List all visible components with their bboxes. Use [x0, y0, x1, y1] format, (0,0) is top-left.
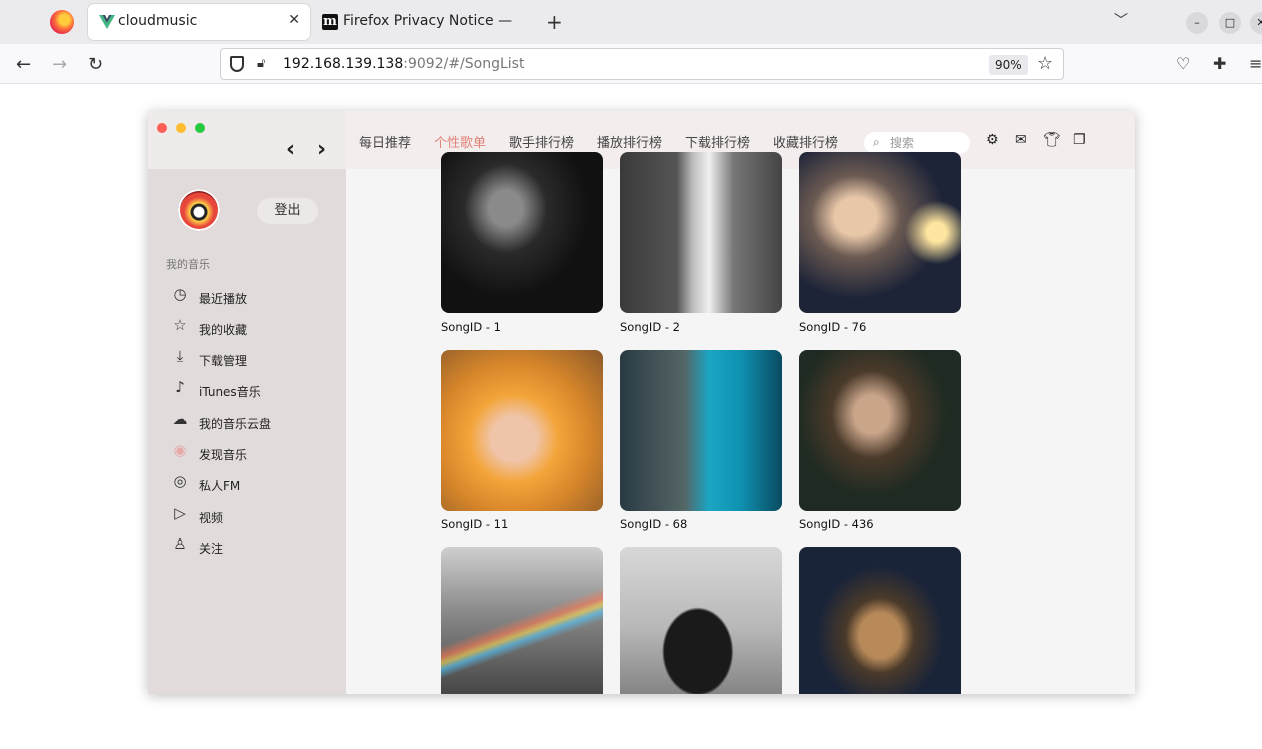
minimize-dot[interactable]	[176, 123, 186, 133]
search-input[interactable]	[890, 135, 964, 151]
star-icon: ☆	[173, 316, 187, 334]
back-arrow-icon[interactable]: ‹	[286, 137, 295, 162]
sidebar-item-favorites[interactable]: ☆ 我的收藏	[170, 316, 330, 342]
history-icon: ◷	[173, 285, 187, 303]
new-tab-icon[interactable]: +	[546, 10, 563, 34]
song-cover[interactable]	[441, 547, 603, 694]
song-cover[interactable]	[620, 350, 782, 511]
sidebar-item-label: 发现音乐	[199, 448, 248, 462]
sidebar-item-itunes[interactable]: ♪ iTunes音乐	[170, 378, 330, 404]
maximize-icon[interactable]: □	[1219, 12, 1241, 34]
browser-tab-bar: cloudmusic ✕ m Firefox Privacy Notice — …	[0, 0, 1262, 44]
window-controls-bar: ‹ ›	[148, 111, 346, 169]
song-cover[interactable]	[620, 547, 782, 694]
mozilla-icon: m	[322, 14, 338, 30]
song-cover[interactable]	[799, 152, 961, 313]
song-cover[interactable]	[441, 350, 603, 511]
music-app-window: ‹ › 登出 我的音乐 ◷ 最近播放 ☆ 我的收藏 ⤓ 下载管理 ♪ iTune…	[148, 111, 1135, 694]
tab-privacy-notice[interactable]: m Firefox Privacy Notice —	[322, 4, 542, 40]
mail-icon[interactable]: ✉	[1015, 132, 1027, 148]
bookmark-star-icon[interactable]: ☆	[1037, 53, 1053, 74]
search-box[interactable]: ⌕	[864, 132, 970, 154]
mini-mode-icon[interactable]: ❐	[1073, 132, 1086, 148]
sidebar-item-fm[interactable]: ◎ 私人FM	[170, 472, 330, 498]
tab-cloudmusic[interactable]: cloudmusic ✕	[88, 4, 310, 40]
settings-icon[interactable]: ⚙	[986, 132, 999, 148]
close-tab-icon[interactable]: ✕	[288, 12, 300, 28]
video-icon: ▷	[174, 504, 186, 522]
close-window-icon[interactable]: ✕	[1250, 12, 1262, 34]
menu-icon[interactable]: ≡	[1249, 54, 1262, 73]
tracking-shield-icon[interactable]	[230, 56, 244, 72]
song-grid: SongID - 1 SongID - 2 SongID - 76 SongID…	[441, 152, 1001, 694]
search-icon: ⌕	[873, 135, 880, 149]
url-bar[interactable]: 🔓︎ 192.168.139.138:9092/#/SongList 90% ☆	[220, 48, 1064, 80]
tab-download-rank[interactable]: 下载排行榜	[685, 132, 750, 151]
sidebar: 登出 我的音乐 ◷ 最近播放 ☆ 我的收藏 ⤓ 下载管理 ♪ iTunes音乐 …	[148, 169, 346, 694]
extensions-icon[interactable]: ✚	[1213, 54, 1226, 73]
sidebar-item-downloads[interactable]: ⤓ 下载管理	[170, 347, 330, 373]
forward-icon[interactable]: →	[52, 54, 67, 75]
song-cover[interactable]	[799, 350, 961, 511]
zoom-level[interactable]: 90%	[989, 55, 1028, 75]
song-cover[interactable]	[620, 152, 782, 313]
maximize-dot[interactable]	[195, 123, 205, 133]
tab-artist-rank[interactable]: 歌手排行榜	[509, 132, 574, 151]
tab-title: cloudmusic	[118, 13, 198, 29]
radio-icon: ◎	[173, 472, 187, 490]
sidebar-item-discover[interactable]: ◉ 发现音乐	[170, 441, 330, 467]
song-caption: SongID - 1	[441, 320, 501, 334]
logout-button[interactable]: 登出	[257, 198, 318, 224]
sidebar-item-cloud[interactable]: ☁︎ 我的音乐云盘	[170, 410, 330, 436]
pocket-icon[interactable]: ♡	[1176, 54, 1190, 73]
sidebar-item-label: 我的收藏	[199, 323, 248, 337]
song-cover[interactable]	[799, 547, 961, 694]
song-caption: SongID - 68	[620, 517, 688, 531]
back-icon[interactable]: ←	[16, 54, 31, 75]
avatar[interactable]	[178, 189, 220, 231]
song-cover[interactable]	[441, 152, 603, 313]
song-caption: SongID - 436	[799, 517, 874, 531]
user-follow-icon: ♙	[173, 535, 187, 553]
sidebar-item-label: 私人FM	[199, 479, 241, 493]
section-title: 我的音乐	[166, 258, 210, 271]
sidebar-item-label: 最近播放	[199, 292, 248, 306]
firefox-icon[interactable]	[50, 10, 74, 34]
minimize-icon[interactable]: –	[1186, 12, 1208, 34]
sidebar-item-label: iTunes音乐	[199, 385, 261, 399]
sidebar-item-video[interactable]: ▷ 视频	[170, 504, 330, 530]
vue-logo-icon	[99, 15, 115, 29]
sidebar-item-recent[interactable]: ◷ 最近播放	[170, 285, 330, 311]
download-icon: ⤓	[176, 347, 184, 365]
tab-favorite-rank[interactable]: 收藏排行榜	[773, 132, 838, 151]
song-caption: SongID - 76	[799, 320, 867, 334]
sidebar-item-label: 我的音乐云盘	[199, 417, 272, 431]
sidebar-item-label: 关注	[199, 542, 224, 556]
song-caption: SongID - 11	[441, 517, 509, 531]
song-caption: SongID - 2	[620, 320, 680, 334]
sidebar-item-label: 下载管理	[199, 354, 248, 368]
discover-music-icon: ◉	[173, 441, 187, 459]
music-note-icon: ♪	[175, 378, 185, 396]
tab-playlists[interactable]: 个性歌单	[434, 132, 486, 151]
chevron-down-icon[interactable]: ﹀	[1114, 10, 1128, 30]
close-dot[interactable]	[157, 123, 167, 133]
skin-icon[interactable]: 👕︎	[1043, 132, 1061, 148]
reload-icon[interactable]: ↻	[88, 54, 103, 75]
browser-nav-bar: ← → ↻ 🔓︎ 192.168.139.138:9092/#/SongList…	[0, 44, 1262, 84]
cloud-icon: ☁︎	[172, 410, 188, 428]
sidebar-item-follow[interactable]: ♙ 关注	[170, 535, 330, 561]
tab-title: Firefox Privacy Notice —	[343, 13, 513, 29]
tab-daily[interactable]: 每日推荐	[359, 132, 411, 151]
tab-play-rank[interactable]: 播放排行榜	[597, 132, 662, 151]
insecure-lock-icon[interactable]: 🔓︎	[257, 56, 265, 71]
forward-arrow-icon[interactable]: ›	[317, 137, 326, 162]
url-text[interactable]: 192.168.139.138:9092/#/SongList	[283, 56, 524, 72]
sidebar-item-label: 视频	[199, 511, 224, 525]
